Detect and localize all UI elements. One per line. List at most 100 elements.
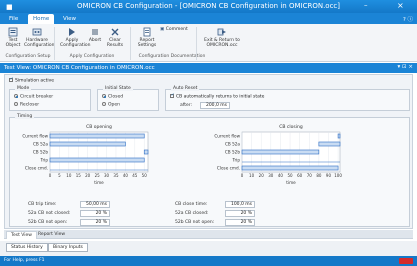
document-title: Test View: OMICRON CB Configuration in O… <box>4 65 155 71</box>
tick-label: 30 <box>104 173 110 178</box>
radio-icon <box>102 102 106 106</box>
exit-return-icon <box>217 28 226 36</box>
apply-configuration-label: Apply Configuration <box>60 38 91 48</box>
hardware-configuration-icon <box>32 28 42 36</box>
tab-report-view[interactable]: Report View <box>34 231 69 239</box>
initial-state-option-open[interactable]: Open <box>102 102 120 108</box>
radio-label: Open <box>108 102 121 108</box>
omicron-logo-icon <box>399 258 413 264</box>
exit-return-button[interactable]: Exit & Return to OMICRON.occ <box>202 27 242 48</box>
category-label: Current flow <box>22 134 48 139</box>
tab-home[interactable]: Home <box>28 14 55 24</box>
52b-cb-not-open-field[interactable]: 20 % <box>80 219 110 226</box>
52b-cb-open-field[interactable]: 20 % <box>225 219 255 226</box>
apply-icon <box>69 28 75 36</box>
radio-label: Recloser <box>20 102 40 108</box>
status-history-button[interactable]: Status History <box>6 243 48 252</box>
category-label: Trip <box>40 158 49 163</box>
tick-label: 25 <box>95 173 101 178</box>
signal-bar <box>49 133 145 139</box>
category-label: CB 52a <box>33 142 48 147</box>
tick-label: 50 <box>142 173 148 178</box>
group-configuration-documentation: Configuration Documentation <box>138 54 206 59</box>
cb-close-time-label: CB close time: <box>175 202 208 207</box>
mode-group: Mode Circuit breaker Recloser <box>9 86 91 111</box>
category-label: Close cmd. <box>217 166 240 171</box>
simulation-active-checkbox[interactable]: Simulation active <box>9 77 54 84</box>
help-icon[interactable]: ? ⓘ <box>403 15 413 23</box>
clear-results-button[interactable]: Clear Results <box>106 27 124 48</box>
document-window-controls[interactable]: ▾ ⊡ × <box>398 64 413 70</box>
auto-reset-after-field[interactable]: 200,0 ms <box>200 102 230 109</box>
hardware-configuration-label: Hardware Configuration <box>24 38 55 48</box>
test-object-button[interactable]: Test Object <box>4 27 22 48</box>
report-settings-label: Report Settings <box>137 38 157 48</box>
bottom-button-row: Status History Binary Inputs <box>0 241 417 256</box>
category-label: Current flow <box>214 134 240 139</box>
tab-file[interactable]: File <box>4 14 23 24</box>
binary-inputs-button[interactable]: Binary Inputs <box>48 243 88 252</box>
tick-label: 50 <box>287 173 293 178</box>
52a-cb-not-closed-field[interactable]: 20 % <box>80 210 110 217</box>
clear-results-icon <box>111 28 119 36</box>
clear-results-label: Clear Results <box>106 38 124 48</box>
category-label: CB 52b <box>225 150 240 155</box>
comment-label: Comment <box>165 27 188 32</box>
tick-label: 0 <box>241 173 244 178</box>
tab-test-view[interactable]: Test View <box>6 231 37 239</box>
radio-selected-icon <box>102 94 106 98</box>
auto-reset-checkbox[interactable]: CB automatically returns to initial stat… <box>170 93 264 100</box>
tick-label: 0 <box>49 173 52 178</box>
auto-reset-group: Auto Reset CB automatically returns to i… <box>165 86 410 111</box>
tick-label: 60 <box>297 173 303 178</box>
signal-bar <box>143 149 149 155</box>
mode-option-circuit-breaker[interactable]: Circuit breaker <box>14 94 53 100</box>
document-title-bar: Test View: OMICRON CB Configuration in O… <box>0 63 417 73</box>
group-configuration-setup: Configuration Setup <box>5 54 51 59</box>
status-text: For Help, press F1 <box>4 258 45 263</box>
tick-label: 5 <box>58 173 61 178</box>
exit-return-label: Exit & Return to OMICRON.occ <box>204 38 240 48</box>
abort-button[interactable]: Abort <box>88 27 102 43</box>
signal-bar <box>318 141 341 147</box>
52a-cb-closed-field[interactable]: 20 % <box>225 210 255 217</box>
category-label: CB 52a <box>225 142 240 147</box>
tick-label: 20 <box>259 173 265 178</box>
apply-configuration-button[interactable]: Apply Configuration <box>60 27 91 48</box>
ribbon-separator <box>54 27 55 60</box>
abort-label: Abort <box>88 38 102 43</box>
mode-option-recloser[interactable]: Recloser <box>14 102 39 108</box>
tick-label: 100 <box>334 173 342 178</box>
signal-bar <box>49 141 126 147</box>
signal-bar <box>241 149 320 155</box>
ribbon-separator <box>130 27 131 60</box>
radio-selected-icon <box>14 94 18 98</box>
cb-trip-time-field[interactable]: 50,00 ms <box>80 201 110 208</box>
radio-label: Closed <box>108 94 124 100</box>
timing-label: Timing <box>15 114 35 119</box>
hardware-configuration-button[interactable]: Hardware Configuration <box>24 27 55 48</box>
category-label: Trip <box>232 158 241 163</box>
test-object-icon <box>8 27 18 37</box>
tick-label: 10 <box>66 173 72 178</box>
category-label: Close cmd. <box>25 166 48 171</box>
52b-cb-open-label: 52b CB not open: <box>175 220 215 225</box>
close-button[interactable]: × <box>397 1 404 10</box>
ribbon-separator <box>196 27 197 60</box>
status-bar: For Help, press F1 <box>0 256 417 266</box>
chart-title: CB opening <box>86 124 112 130</box>
auto-reset-label: Auto Reset <box>171 86 200 91</box>
minimize-button[interactable]: – <box>364 1 368 9</box>
report-settings-button[interactable]: Report Settings <box>136 27 158 48</box>
cb-closing-chart-svg: CB closing 0 10 20 30 40 50 60 70 80 90 100 Current … <box>214 124 342 185</box>
tick-label: 80 <box>316 173 322 178</box>
signal-bar <box>49 157 145 163</box>
cb-closing-chart: CB closing 0 10 20 30 40 50 60 70 80 90 100 Current … <box>210 124 350 198</box>
timing-group: Timing CB opening 0 5 10 15 20 25 30 35 40 45 50 Cur… <box>9 114 410 227</box>
cb-close-time-field[interactable]: 100,0 ms <box>225 201 255 208</box>
initial-state-option-closed[interactable]: Closed <box>102 94 123 100</box>
comment-button[interactable]: ▣ Comment <box>160 27 192 32</box>
ribbon: Test Object Hardware Configuration Confi… <box>0 24 417 62</box>
tab-view[interactable]: View <box>58 14 81 24</box>
test-view-panel: Simulation active Mode Circuit breaker R… <box>4 74 413 229</box>
